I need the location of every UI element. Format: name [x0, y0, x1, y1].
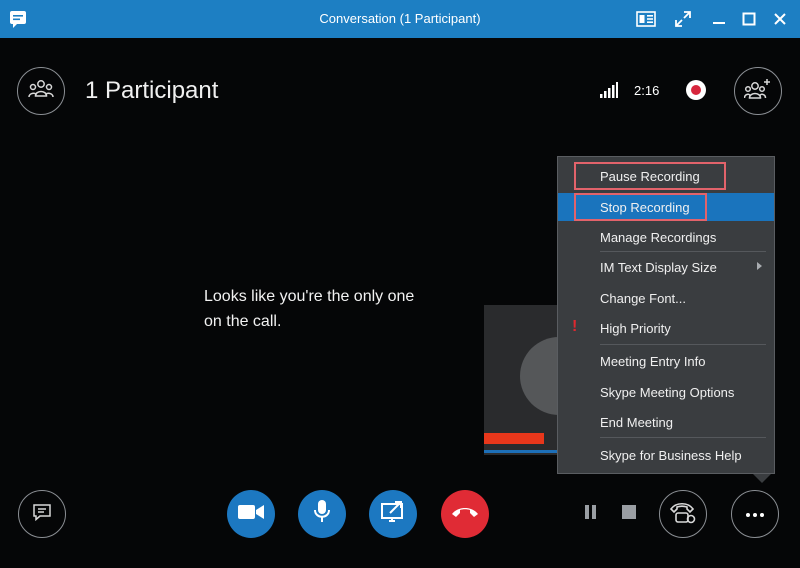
menu-item-meeting-entry-info[interactable]: Meeting Entry Info: [558, 347, 774, 375]
call-controls-icon: [669, 500, 697, 529]
present-button[interactable]: [369, 490, 417, 538]
recording-indicator-icon: [686, 80, 706, 100]
menu-item-end-meeting[interactable]: End Meeting: [558, 408, 774, 436]
microphone-icon: [314, 499, 330, 529]
menu-item-stop-recording[interactable]: Stop Recording: [558, 193, 774, 221]
present-icon: [381, 500, 405, 528]
menu-item-change-font[interactable]: Change Font...: [558, 284, 774, 312]
video-button[interactable]: [227, 490, 275, 538]
conversation-stage: 1 Participant 2:16 Looks like you're the…: [0, 38, 800, 568]
avatar: [520, 337, 560, 415]
name-label-redacted: [484, 433, 544, 444]
menu-item-im-text-display-size[interactable]: IM Text Display Size: [558, 253, 774, 281]
hang-up-icon: [451, 505, 479, 524]
add-participant-icon: [743, 77, 772, 106]
microphone-button[interactable]: [298, 490, 346, 538]
more-options-button[interactable]: [731, 490, 779, 538]
menu-item-pause-recording[interactable]: Pause Recording: [558, 162, 774, 190]
menu-pointer: [753, 474, 771, 483]
more-options-icon: [745, 505, 765, 523]
chevron-right-icon: [757, 262, 762, 270]
hang-up-button[interactable]: [441, 490, 489, 538]
compact-view-button[interactable]: [634, 8, 658, 30]
high-priority-icon: !: [572, 318, 578, 335]
menu-divider: [600, 437, 766, 438]
menu-item-skype-meeting-options[interactable]: Skype Meeting Options: [558, 378, 774, 406]
participants-count: 1 Participant: [85, 77, 219, 104]
minimize-button[interactable]: [707, 8, 731, 30]
show-participants-button[interactable]: [17, 67, 65, 115]
menu-item-high-priority[interactable]: ! High Priority: [558, 314, 774, 342]
self-view-tile: [484, 305, 560, 455]
participants-icon: [28, 78, 54, 105]
chat-icon: [32, 503, 52, 526]
maximize-button[interactable]: [737, 8, 761, 30]
video-camera-icon: [238, 504, 264, 525]
add-participant-button[interactable]: [734, 67, 782, 115]
only-participant-message: Looks like you're the only one on the ca…: [204, 288, 415, 330]
call-controls-button[interactable]: [659, 490, 707, 538]
menu-item-manage-recordings[interactable]: Manage Recordings: [558, 223, 774, 251]
close-button[interactable]: [768, 8, 792, 30]
signal-strength-icon: [600, 82, 618, 103]
more-options-menu: Pause Recording Stop Recording Manage Re…: [557, 156, 775, 474]
pause-recording-button[interactable]: [585, 505, 601, 521]
full-screen-button[interactable]: [671, 8, 695, 30]
stop-recording-button[interactable]: [622, 505, 636, 519]
speaking-indicator: [484, 450, 560, 453]
menu-divider: [600, 344, 766, 345]
menu-item-help[interactable]: Skype for Business Help: [558, 441, 774, 469]
menu-divider: [600, 251, 766, 252]
title-bar: Conversation (1 Participant): [0, 0, 800, 38]
call-timer: 2:16: [634, 83, 660, 98]
im-button[interactable]: [18, 490, 66, 538]
